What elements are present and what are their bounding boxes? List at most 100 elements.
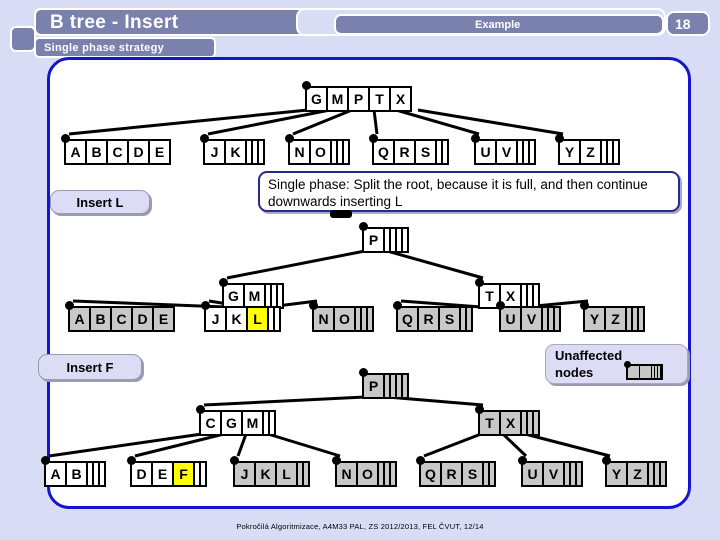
btree1-leaf-node: QRS: [369, 134, 449, 165]
node-empty-slot: [385, 375, 389, 397]
page-title: B tree - Insert: [50, 12, 179, 33]
node-empty-slot: [655, 366, 657, 378]
btree3-root-node: P: [359, 368, 409, 399]
node-key-cell: V: [522, 308, 541, 330]
btree1-leaf-node: UV: [471, 134, 536, 165]
node-key-cell: C: [112, 308, 131, 330]
node-empty-slot: [266, 285, 270, 307]
node-empty-slot: [397, 229, 401, 251]
node-anchor-dot: [127, 456, 136, 465]
explanation-callout: Single phase: Split the root, because it…: [258, 171, 680, 212]
slide-subtitle: Single phase strategy: [44, 42, 165, 54]
node-key-cell: R: [442, 463, 461, 485]
node-empty-slot: [397, 375, 401, 397]
node-key-cell: A: [46, 463, 65, 485]
node-key-cell: D: [132, 463, 151, 485]
node-key-cell: L: [248, 308, 267, 330]
node-empty-slot: [530, 141, 534, 163]
node-key-cell: Q: [398, 308, 417, 330]
legend-label: Unaffected nodes: [555, 348, 623, 380]
node-key-cell: G: [224, 285, 243, 307]
node-empty-slot: [614, 141, 618, 163]
node-key-cell: N: [290, 141, 309, 163]
node-anchor-dot: [61, 134, 70, 143]
node-key-cell: [628, 366, 639, 378]
node-empty-slot: [368, 308, 372, 330]
node-anchor-dot: [196, 405, 205, 414]
node-key-cell: A: [70, 308, 89, 330]
node-key-cell: Y: [585, 308, 604, 330]
node-empty-slot: [571, 463, 575, 485]
node-key-cell: B: [91, 308, 110, 330]
node-key-cell: Y: [607, 463, 626, 485]
node-key-cell: U: [501, 308, 520, 330]
node-anchor-dot: [580, 301, 589, 310]
node-key-cell: T: [370, 88, 389, 110]
btree3-leaf-node: AB: [41, 456, 106, 487]
node-anchor-dot: [200, 134, 209, 143]
insert-l-button[interactable]: Insert L: [50, 190, 150, 214]
node-key-cell: P: [364, 375, 383, 397]
node-key-cell: [640, 366, 651, 378]
node-key-cell: S: [440, 308, 459, 330]
btree2-leaf-node: ABCDE: [65, 301, 175, 332]
node-empty-slot: [94, 463, 98, 485]
node-key-cell: N: [337, 463, 356, 485]
node-key-cell: B: [67, 463, 86, 485]
node-key-cell: T: [480, 412, 499, 434]
node-anchor-dot: [555, 134, 564, 143]
example-label-bar: Example: [334, 14, 664, 35]
node-key-cell: M: [245, 285, 264, 307]
node-key-cell: P: [349, 88, 368, 110]
node-anchor-dot: [416, 456, 425, 465]
node-key-cell: E: [153, 463, 172, 485]
node-empty-slot: [195, 463, 199, 485]
node-key-cell: C: [201, 412, 220, 434]
node-key-cell: Z: [606, 308, 625, 330]
insert-f-button[interactable]: Insert F: [38, 354, 142, 380]
node-key-cell: R: [395, 141, 414, 163]
node-key-cell: D: [133, 308, 152, 330]
node-empty-slot: [655, 463, 659, 485]
node-key-cell: O: [311, 141, 330, 163]
node-key-cell: O: [358, 463, 377, 485]
node-empty-slot: [658, 366, 660, 378]
node-empty-slot: [549, 308, 553, 330]
node-anchor-dot: [302, 81, 311, 90]
node-anchor-dot: [471, 134, 480, 143]
node-anchor-dot: [332, 456, 341, 465]
callout-tail: [330, 210, 352, 218]
btree1-leaf-node: NO: [285, 134, 350, 165]
node-key-cell: V: [497, 141, 516, 163]
btree3-internal-node: CGM: [196, 405, 276, 436]
node-empty-slot: [403, 375, 407, 397]
node-key-cell: J: [205, 141, 224, 163]
node-anchor-dot: [624, 361, 631, 368]
node-key-cell: Q: [421, 463, 440, 485]
node-empty-slot: [543, 308, 547, 330]
btree3-leaf-node: QRS: [416, 456, 496, 487]
btree1-leaf-node: YZ: [555, 134, 620, 165]
node-anchor-dot: [359, 368, 368, 377]
node-empty-slot: [304, 463, 308, 485]
node-empty-slot: [565, 463, 569, 485]
node-anchor-dot: [65, 301, 74, 310]
slide-content-panel: [47, 57, 691, 509]
btree2-leaf-node: YZ: [580, 301, 645, 332]
btree3-internal-node: TX: [475, 405, 540, 436]
node-empty-slot: [661, 463, 665, 485]
node-anchor-dot: [201, 301, 210, 310]
node-anchor-dot: [475, 278, 484, 287]
page-number-badge: 18: [666, 11, 710, 36]
node-empty-slot: [484, 463, 488, 485]
btree3-leaf-node: DEF: [127, 456, 207, 487]
explanation-text: Single phase: Split the root, because it…: [268, 177, 648, 209]
node-key-cell: X: [501, 412, 520, 434]
slide-header: B tree - Insert Example 18 Single phase …: [0, 0, 720, 58]
btree2-leaf-node: JKL: [201, 301, 281, 332]
btree2-leaf-node: UV: [496, 301, 561, 332]
unaffected-nodes-legend: Unaffected nodes: [545, 344, 688, 384]
node-key-cell: E: [150, 141, 169, 163]
node-empty-slot: [362, 308, 366, 330]
node-anchor-dot: [359, 222, 368, 231]
